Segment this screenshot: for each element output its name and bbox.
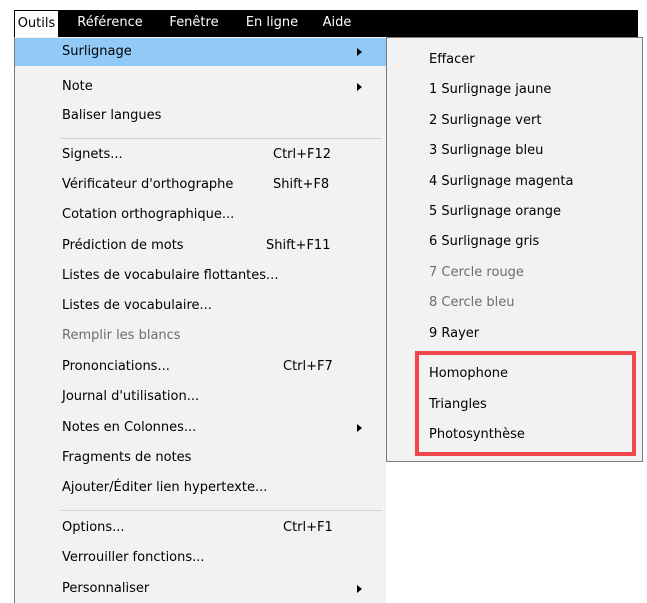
menu-item-label: Personnaliser <box>62 581 150 596</box>
submenu-arrow-icon <box>357 424 362 432</box>
menu-item-label: Journal d'utilisation... <box>62 389 200 404</box>
menu-item-label: Notes en Colonnes... <box>62 420 197 435</box>
menu-item-verificateur-orthographe[interactable]: Vérificateur d'orthographe Shift+F8 <box>15 171 386 199</box>
submenu-item-surlignage-bleu[interactable]: 3 Surlignage bleu <box>387 136 642 166</box>
menu-item-label: Listes de vocabulaire... <box>62 298 212 313</box>
menu-item-listes-vocabulaire[interactable]: Listes de vocabulaire... <box>15 292 386 320</box>
menu-item-signets[interactable]: Signets... Ctrl+F12 <box>15 141 386 169</box>
menu-item-notes-en-colonnes[interactable]: Notes en Colonnes... <box>15 414 386 442</box>
menu-item-note[interactable]: Note <box>15 73 386 101</box>
menu-item-label: Note <box>62 79 93 94</box>
menu-item-baliser-langues[interactable]: Baliser langues <box>15 102 386 130</box>
menu-item-remplir-blancs: Remplir les blancs <box>15 322 386 350</box>
menu-item-surlignage[interactable]: Surlignage <box>15 38 386 66</box>
menu-bar: Outils Référence Fenêtre En ligne Aide <box>14 10 638 38</box>
menu-item-label: Baliser langues <box>62 108 162 123</box>
submenu-item-label: 4 Surlignage magenta <box>429 174 574 189</box>
menu-item-label: Options... <box>62 520 125 535</box>
submenu-item-cercle-bleu: 8 Cercle bleu <box>387 288 642 318</box>
menu-item-label: Listes de vocabulaire flottantes... <box>62 268 279 283</box>
menu-item-shortcut: Shift+F11 <box>266 238 331 253</box>
menu-item-personnaliser[interactable]: Personnaliser <box>15 575 386 603</box>
menu-item-listes-vocabulaire-flottantes[interactable]: Listes de vocabulaire flottantes... <box>15 262 386 290</box>
menu-item-label: Cotation orthographique... <box>62 207 235 222</box>
submenu-item-surlignage-orange[interactable]: 5 Surlignage orange <box>387 197 642 227</box>
annotation-highlight-box <box>415 351 636 456</box>
submenu-item-label: 5 Surlignage orange <box>429 204 562 219</box>
menu-item-cotation-orthographique[interactable]: Cotation orthographique... <box>15 201 386 229</box>
menu-item-shortcut: Shift+F8 <box>273 177 330 192</box>
menu-item-journal-utilisation[interactable]: Journal d'utilisation... <box>15 383 386 411</box>
menu-item-label: Signets... <box>62 147 123 162</box>
submenu-arrow-icon <box>357 585 362 593</box>
menu-item-label: Surlignage <box>62 44 132 59</box>
submenu-item-label: 8 Cercle bleu <box>429 295 515 310</box>
menu-item-options[interactable]: Options... Ctrl+F1 <box>15 514 386 542</box>
menu-item-label: Prononciations... <box>62 359 170 374</box>
menu-separator <box>60 510 382 511</box>
menu-item-verrouiller-fonctions[interactable]: Verrouiller fonctions... <box>15 544 386 572</box>
submenu-item-surlignage-gris[interactable]: 6 Surlignage gris <box>387 227 642 257</box>
menu-item-label: Prédiction de mots <box>62 238 184 253</box>
submenu-arrow-icon <box>357 83 362 91</box>
menu-item-label: Vérificateur d'orthographe <box>62 177 234 192</box>
submenu-item-label: Effacer <box>429 52 475 67</box>
submenu-item-surlignage-jaune[interactable]: 1 Surlignage jaune <box>387 75 642 105</box>
submenu-item-label: 2 Surlignage vert <box>429 113 542 128</box>
menubar-outils[interactable]: Outils <box>14 10 59 38</box>
menu-item-label: Verrouiller fonctions... <box>62 550 205 565</box>
menubar-reference[interactable]: Référence <box>70 10 150 37</box>
menubar-en-ligne[interactable]: En ligne <box>238 10 306 37</box>
submenu-item-label: 1 Surlignage jaune <box>429 82 552 97</box>
menu-item-label: Remplir les blancs <box>62 328 181 343</box>
menu-item-prediction-mots[interactable]: Prédiction de mots Shift+F11 <box>15 232 386 260</box>
menubar-fenetre[interactable]: Fenêtre <box>162 10 226 37</box>
application-window: Outils Référence Fenêtre En ligne Aide S… <box>0 0 647 603</box>
menu-item-shortcut: Ctrl+F12 <box>273 147 332 162</box>
outils-dropdown-menu: Surlignage Note Baliser langues Signets.… <box>14 37 386 603</box>
submenu-item-label: 9 Rayer <box>429 326 480 341</box>
submenu-item-label: 3 Surlignage bleu <box>429 143 544 158</box>
menubar-aide[interactable]: Aide <box>316 10 358 37</box>
menu-item-label: Ajouter/Éditer lien hypertexte... <box>62 480 268 495</box>
submenu-item-effacer[interactable]: Effacer <box>387 45 642 75</box>
submenu-item-label: 6 Surlignage gris <box>429 234 540 249</box>
menu-item-ajouter-lien-hypertexte[interactable]: Ajouter/Éditer lien hypertexte... <box>15 474 386 502</box>
menu-item-shortcut: Ctrl+F1 <box>283 520 333 535</box>
menu-item-shortcut: Ctrl+F7 <box>283 359 333 374</box>
submenu-arrow-icon <box>357 48 362 56</box>
submenu-item-rayer[interactable]: 9 Rayer <box>387 319 642 349</box>
submenu-item-label: 7 Cercle rouge <box>429 265 524 280</box>
submenu-item-surlignage-magenta[interactable]: 4 Surlignage magenta <box>387 167 642 197</box>
menu-item-label: Fragments de notes <box>62 450 192 465</box>
submenu-item-surlignage-vert[interactable]: 2 Surlignage vert <box>387 106 642 136</box>
menu-separator <box>60 138 382 139</box>
menu-item-fragments-notes[interactable]: Fragments de notes <box>15 444 386 472</box>
menu-item-prononciations[interactable]: Prononciations... Ctrl+F7 <box>15 353 386 381</box>
submenu-item-cercle-rouge: 7 Cercle rouge <box>387 258 642 288</box>
